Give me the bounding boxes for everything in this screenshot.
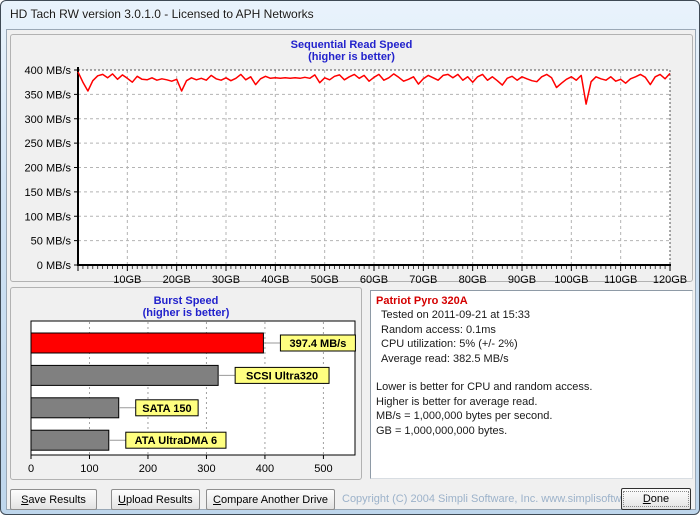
bar-label-text: 397.4 MB/s [289,338,346,350]
cpu-utilization-line: CPU utilization: 5% (+/- 2%) [381,338,518,350]
save-results-button[interactable]: Save Results [10,489,97,510]
note-line: GB = 1,000,000,000 bytes. [376,424,508,437]
svg-text:400: 400 [256,463,274,475]
svg-text:40GB: 40GB [261,274,289,283]
burst-bar [30,397,120,419]
tick-labels: 0 100 200 300 400 500 [28,463,333,475]
svg-text:150 MB/s: 150 MB/s [25,187,72,199]
svg-text:10GB: 10GB [113,274,141,283]
svg-text:60GB: 60GB [360,274,388,283]
svg-text:100: 100 [80,463,98,475]
svg-text:120GB: 120GB [653,274,687,283]
svg-text:300: 300 [197,463,215,475]
burst-speed-panel: Burst Speed (higher is better) 0 100 200 30… [10,287,362,480]
upload-results-button[interactable]: Upload Results [111,489,200,510]
svg-text:110GB: 110GB [604,274,637,283]
note-line: MB/s = 1,000,000 bytes per second. [376,410,553,422]
done-button[interactable]: Done [621,488,691,510]
copyright-text: Copyright (C) 2004 Simpli Software, Inc.… [342,493,662,505]
bar-label-text: SCSI Ultra320 [246,370,318,382]
svg-text:0 MB/s: 0 MB/s [37,260,72,272]
client-area: Sequential Read Speed (higher is better)… [6,29,696,510]
svg-text:0: 0 [28,463,34,475]
note-line: Lower is better for CPU and random acces… [376,381,593,393]
svg-text:80GB: 80GB [459,274,487,283]
burst-bar [30,364,219,386]
svg-text:350 MB/s: 350 MB/s [25,89,72,101]
svg-text:70GB: 70GB [409,274,437,283]
bar-label-text: ATA UltraDMA 6 [135,435,218,447]
burst-bar [30,429,110,451]
drive-name: Patriot Pyro 320A [376,295,468,307]
x-minor-ticks [77,266,671,271]
burst-speed-chart: 0 100 200 300 400 500 397.4 MB/s SCSI Ultra320 S… [28,320,356,475]
notes-block: Lower is better for CPU and random acces… [376,380,687,438]
svg-text:250 MB/s: 250 MB/s [25,138,72,150]
sequential-read-panel: Sequential Read Speed (higher is better)… [10,34,693,283]
svg-text:200: 200 [139,463,157,475]
compare-another-drive-button[interactable]: Compare Another Drive [206,489,335,510]
svg-text:50GB: 50GB [311,274,339,283]
svg-text:90GB: 90GB [508,274,536,283]
svg-text:200 MB/s: 200 MB/s [25,163,72,175]
sequential-read-chart: 0 MB/s 50 MB/s 100 MB/s 150 MB/s 200 MB/s 250… [25,65,688,283]
svg-text:100 MB/s: 100 MB/s [25,211,72,223]
svg-text:100GB: 100GB [554,274,588,283]
hd-tach-window: HD Tach RW version 3.0.1.0 - Licensed to… [0,0,700,515]
svg-text:50 MB/s: 50 MB/s [31,236,72,248]
average-read-line: Average read: 382.5 MB/s [381,352,509,365]
title-bar[interactable]: HD Tach RW version 3.0.1.0 - Licensed to… [1,1,699,28]
svg-text:30GB: 30GB [212,274,240,283]
note-line: Higher is better for average read. [376,395,538,408]
drive-info-panel: Patriot Pyro 320A Tested on 2011-09-21 a… [370,290,693,479]
svg-text:20GB: 20GB [163,274,191,283]
svg-text:500: 500 [314,463,332,475]
window-title: HD Tach RW version 3.0.1.0 - Licensed to… [10,7,314,21]
bar-label-text: SATA 150 [142,403,191,415]
random-access-line: Random access: 0.1ms [381,323,496,336]
tested-on-line: Tested on 2011-09-21 at 15:33 [381,309,531,321]
svg-text:400 MB/s: 400 MB/s [25,65,72,77]
burst-bar [30,332,264,354]
svg-text:300 MB/s: 300 MB/s [25,114,72,126]
